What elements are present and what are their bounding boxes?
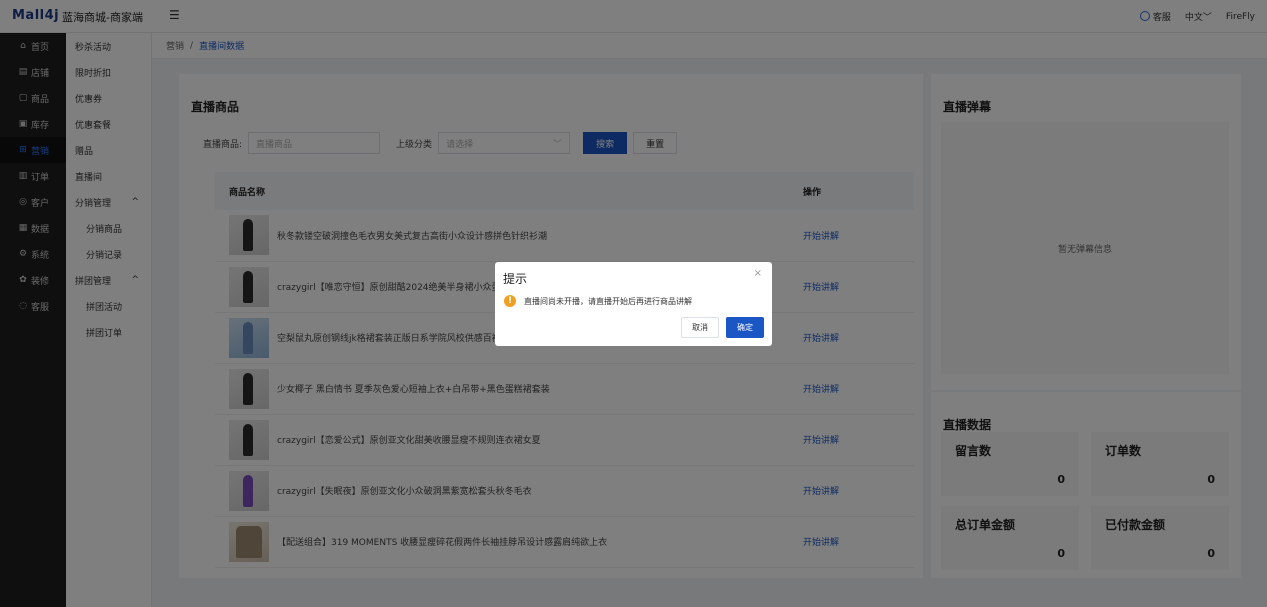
dialog-message-row: ! 直播间尚未开播，请直播开始后再进行商品讲解 xyxy=(504,295,692,307)
dialog-title: 提示 xyxy=(503,272,528,286)
close-icon[interactable]: × xyxy=(754,268,762,279)
dialog-buttons: 取消 确定 xyxy=(681,317,764,338)
confirm-button[interactable]: 确定 xyxy=(726,317,764,338)
cancel-button[interactable]: 取消 xyxy=(681,317,719,338)
dialog-message: 直播间尚未开播，请直播开始后再进行商品讲解 xyxy=(524,296,692,306)
alert-dialog: 提示 × ! 直播间尚未开播，请直播开始后再进行商品讲解 取消 确定 xyxy=(495,262,772,346)
warning-icon: ! xyxy=(504,295,516,307)
